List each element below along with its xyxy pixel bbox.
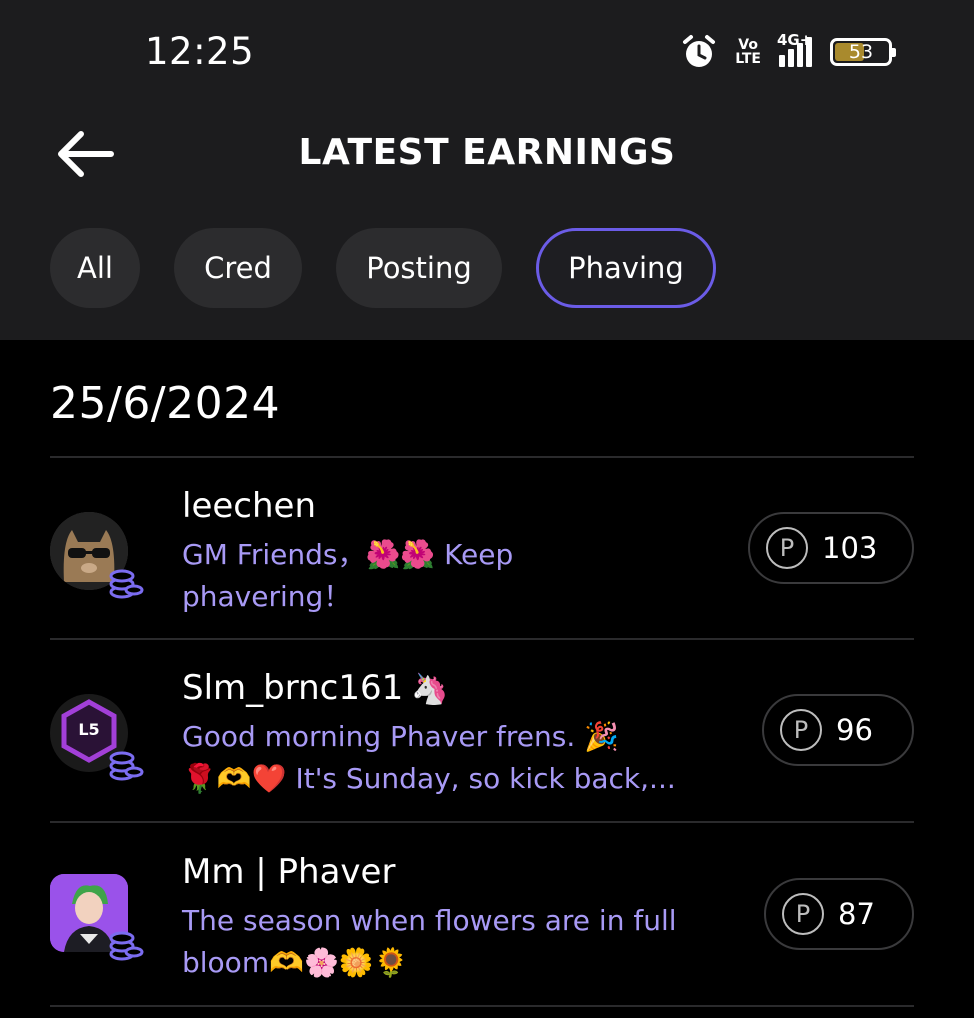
coin-stack-icon <box>108 746 144 786</box>
points-icon: P <box>780 709 822 751</box>
points-value: 87 <box>838 897 875 931</box>
tab-cred[interactable]: Cred <box>174 228 302 308</box>
volte-icon: Vo LTE <box>735 37 761 67</box>
earning-row[interactable]: leechen GM Friends，🌺🌺 Keep phavering！ P … <box>50 482 914 632</box>
divider <box>50 821 914 823</box>
earning-row[interactable]: Mm | Phaver The season when flowers are … <box>50 848 914 998</box>
coin-stack-icon <box>108 926 144 966</box>
points-badge: P 87 <box>764 878 914 950</box>
username[interactable]: Slm_brnc161 🦄 <box>182 668 449 708</box>
points-badge: P 96 <box>762 694 914 766</box>
tab-posting[interactable]: Posting <box>336 228 502 308</box>
level-badge: L5 <box>78 720 100 739</box>
avatar[interactable]: L5 <box>50 694 146 790</box>
battery-icon: 53 <box>830 38 896 66</box>
status-time: 12:25 <box>145 30 255 73</box>
post-message[interactable]: Good morning Phaver frens. 🎉 🌹🫶❤️ It's S… <box>182 716 742 800</box>
status-icons: Vo LTE 4G+ 53 <box>681 30 896 74</box>
points-icon: P <box>782 893 824 935</box>
tab-all[interactable]: All <box>50 228 140 308</box>
divider <box>50 638 914 640</box>
unicorn-emoji: 🦄 <box>411 672 449 707</box>
battery-level: 53 <box>848 41 874 63</box>
date-header: 25/6/2024 <box>50 378 281 429</box>
filter-tabs: All Cred Posting Phaving <box>50 228 716 308</box>
points-value: 103 <box>822 531 878 565</box>
divider <box>50 1005 914 1007</box>
username[interactable]: leechen <box>182 486 316 526</box>
header-bar: 12:25 Vo LTE 4G+ 53 LATEST EARNINGS All … <box>0 0 974 340</box>
alarm-icon <box>681 34 717 70</box>
avatar[interactable] <box>50 874 146 970</box>
post-message[interactable]: The season when flowers are in full bloo… <box>182 900 742 984</box>
points-icon: P <box>766 527 808 569</box>
signal-icon: 4G+ <box>777 31 812 67</box>
earning-row[interactable]: L5 Slm_brnc161 🦄 Good morning Phaver fren… <box>50 664 914 814</box>
network-type: 4G+ <box>777 31 813 49</box>
coin-stack-icon <box>108 564 144 604</box>
points-badge: P 103 <box>748 512 914 584</box>
username[interactable]: Mm | Phaver <box>182 852 395 892</box>
page-title: LATEST EARNINGS <box>298 132 676 173</box>
avatar[interactable] <box>50 512 146 608</box>
tab-phaving[interactable]: Phaving <box>536 228 716 308</box>
post-message[interactable]: GM Friends，🌺🌺 Keep phavering！ <box>182 534 742 618</box>
points-value: 96 <box>836 713 873 747</box>
divider <box>50 456 914 458</box>
